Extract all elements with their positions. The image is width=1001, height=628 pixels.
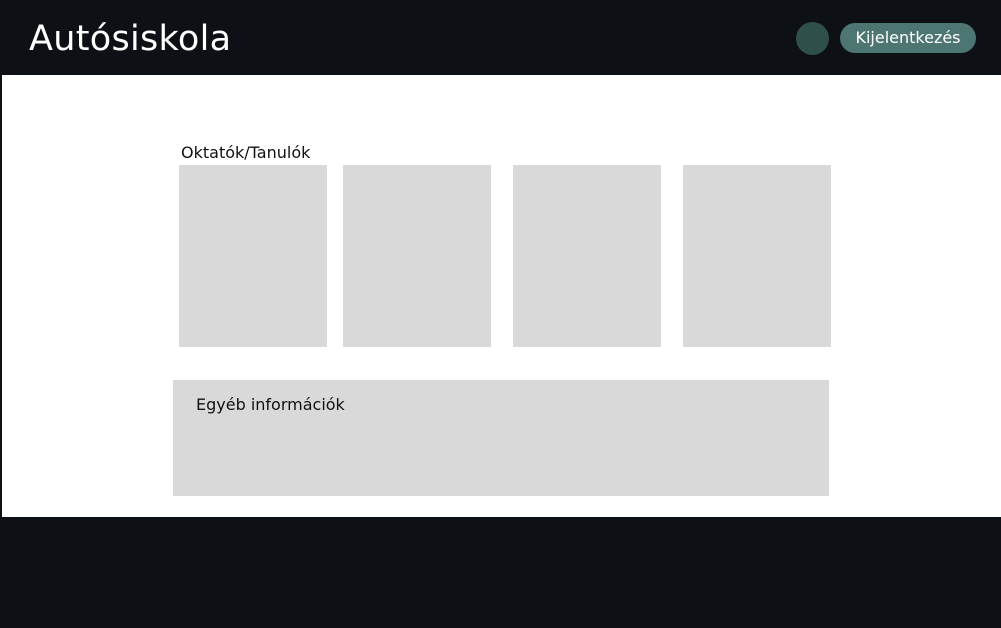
person-card[interactable] xyxy=(179,165,327,347)
person-card[interactable] xyxy=(513,165,661,347)
info-panel: Egyéb információk xyxy=(173,380,829,496)
footer xyxy=(0,517,1001,628)
info-title: Egyéb információk xyxy=(196,395,345,414)
top-bar: Autósiskola Kijelentkezés xyxy=(0,0,1001,75)
avatar[interactable] xyxy=(796,22,829,55)
brand-title: Autósiskola xyxy=(29,19,232,59)
section-title: Oktatók/Tanulók xyxy=(181,143,311,162)
person-card[interactable] xyxy=(683,165,831,347)
logout-button[interactable]: Kijelentkezés xyxy=(840,23,976,53)
person-card[interactable] xyxy=(343,165,491,347)
